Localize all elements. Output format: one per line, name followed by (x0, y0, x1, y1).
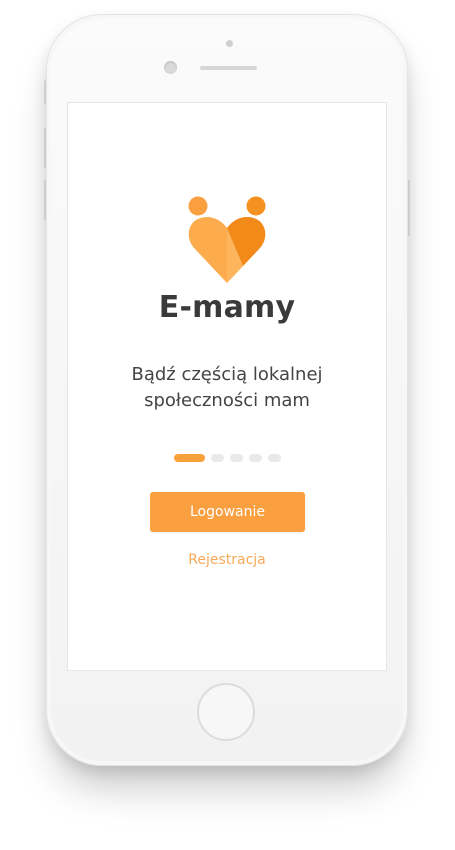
app-screen: E-mamy Bądź częścią lokalnej społecznośc… (67, 102, 387, 671)
tagline: Bądź częścią lokalnej społeczności mam (68, 362, 386, 414)
pagination-dot-active[interactable] (173, 454, 205, 462)
front-sensor (164, 61, 177, 74)
stage: E-mamy Bądź częścią lokalnej społecznośc… (0, 0, 455, 850)
tagline-line-1: Bądź częścią lokalnej (131, 364, 323, 385)
camera-icon (226, 40, 233, 47)
app-title: E-mamy (158, 290, 296, 325)
home-button[interactable] (197, 683, 255, 741)
register-link[interactable]: Rejestracja (68, 552, 386, 568)
pagination-dot[interactable] (210, 454, 224, 462)
pagination-dot[interactable] (267, 454, 281, 462)
pagination-dot[interactable] (248, 454, 262, 462)
earpiece-speaker (200, 66, 257, 70)
heart-logo-icon (188, 196, 266, 283)
carousel-pagination (68, 454, 386, 462)
login-button[interactable]: Logowanie (150, 492, 305, 532)
tagline-line-2: społeczności mam (144, 390, 310, 411)
pagination-dot[interactable] (229, 454, 243, 462)
